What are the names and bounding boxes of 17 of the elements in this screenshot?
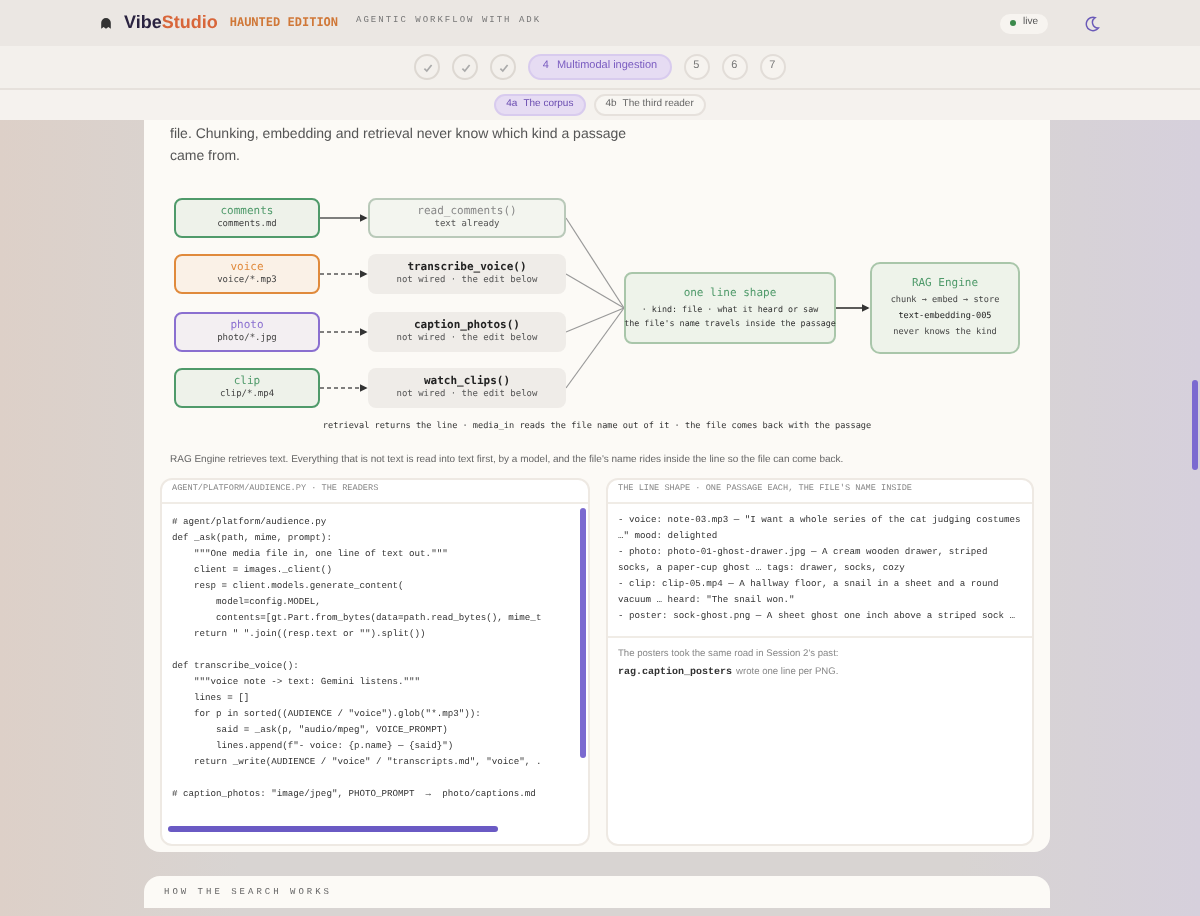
horizontal-scrollbar[interactable] [168,825,498,832]
arrow [835,304,870,312]
brand-logo: VibeStudio [124,9,218,36]
arrow [319,270,368,278]
check-icon [459,61,472,73]
step-tab[interactable] [452,54,479,80]
arrow [319,384,368,392]
step-tab[interactable] [490,54,517,80]
arrow [319,214,368,222]
check-icon [421,61,434,73]
step-tab[interactable] [414,54,441,80]
vertical-scrollbar[interactable] [580,507,586,758]
moon-icon[interactable] [1084,15,1100,31]
check-icon [497,61,510,73]
arrow [319,328,368,336]
page-scrollbar[interactable] [1192,380,1198,470]
ghost-icon [100,17,112,29]
